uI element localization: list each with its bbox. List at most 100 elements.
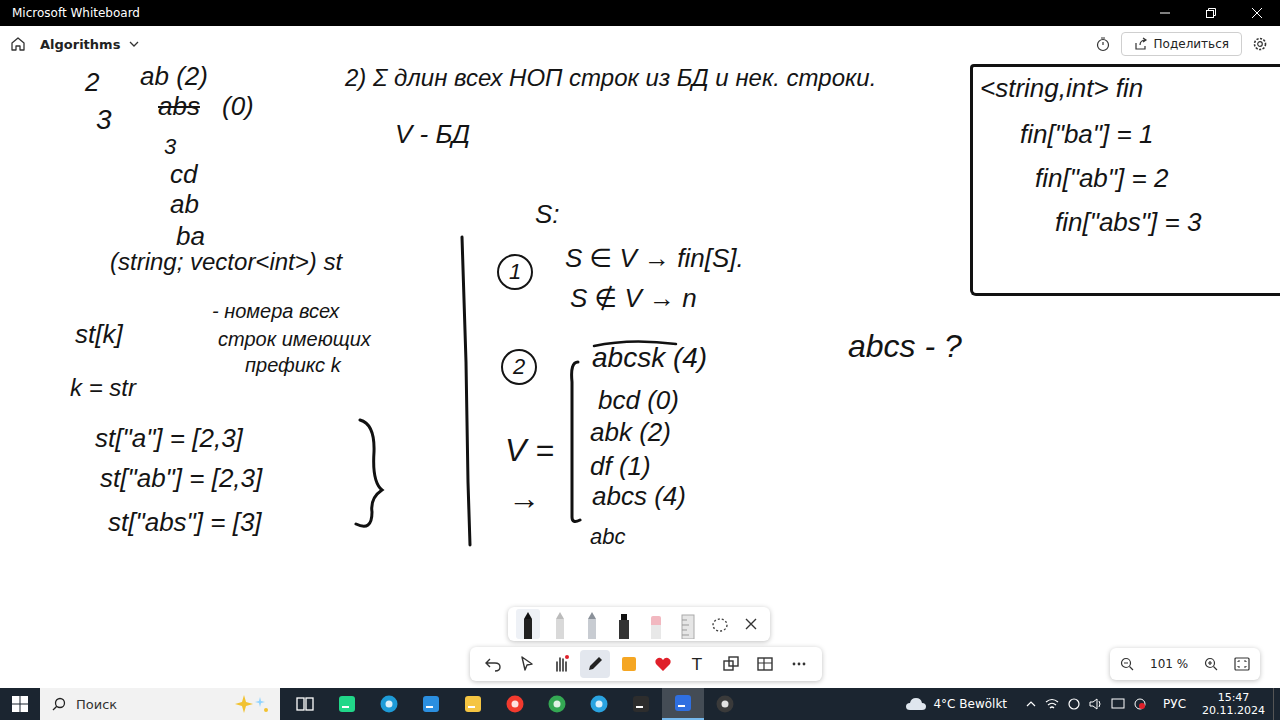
pen-tray-item[interactable]	[580, 609, 604, 639]
share-button[interactable]: Поделиться	[1121, 32, 1242, 56]
select-icon	[518, 655, 536, 673]
input-language[interactable]: РУС	[1155, 697, 1194, 711]
taskbar-app[interactable]	[620, 688, 662, 720]
taskbar-app[interactable]	[326, 688, 368, 720]
ink-note[interactable]: fin["ab"] = 2	[1035, 164, 1168, 194]
clock[interactable]: 15:4720.11.2024	[1194, 691, 1273, 717]
ink-note[interactable]: abs	[158, 92, 200, 122]
taskbar-app[interactable]	[536, 688, 578, 720]
toolbar-button[interactable]	[478, 650, 508, 678]
toolbar-button[interactable]	[716, 650, 746, 678]
ink-note[interactable]: 2	[501, 349, 537, 385]
notification-icon[interactable]	[1111, 697, 1125, 711]
taskbar-app[interactable]	[410, 688, 452, 720]
ink-note[interactable]: k = str	[70, 374, 136, 402]
ink-note[interactable]: - номера всех	[212, 300, 339, 323]
ink-note[interactable]: (0)	[222, 92, 254, 122]
fit-to-screen-icon[interactable]	[1234, 657, 1250, 671]
record-icon[interactable]	[1133, 697, 1147, 711]
timer-icon[interactable]	[1095, 36, 1111, 52]
taskbar-app[interactable]	[452, 688, 494, 720]
ink-note[interactable]: (string; vector<int>) st	[110, 248, 342, 276]
chevron-up-icon[interactable]	[1025, 698, 1037, 710]
ink-note[interactable]: abcs (4)	[592, 482, 686, 512]
volume-icon[interactable]	[1089, 697, 1103, 711]
pen-tray	[508, 607, 770, 641]
pen-tray-item[interactable]	[644, 609, 668, 639]
pen-tray-item[interactable]	[612, 609, 636, 639]
ink-note[interactable]: st[k]	[75, 320, 123, 350]
weather-widget[interactable]: 4°C Bewölkt	[895, 696, 1017, 712]
ink-note[interactable]: ba	[176, 222, 205, 252]
ink-note[interactable]: 3	[164, 134, 176, 159]
pen-tray-item[interactable]	[548, 609, 572, 639]
taskbar-app[interactable]	[704, 688, 746, 720]
toolbar-button[interactable]	[750, 650, 780, 678]
taskbar-app[interactable]	[368, 688, 410, 720]
taskbar-search[interactable]: Поиск	[40, 688, 280, 720]
maximize-button[interactable]	[1188, 0, 1234, 26]
window-controls	[1142, 0, 1280, 26]
ink-note[interactable]: cd	[170, 160, 197, 190]
toolbar-button[interactable]	[648, 650, 678, 678]
chevron-down-icon[interactable]	[128, 38, 140, 50]
ink-note[interactable]: S ∉ V → n	[570, 284, 697, 314]
minimize-button[interactable]	[1142, 0, 1188, 26]
hand-icon	[552, 655, 570, 673]
ink-note[interactable]: строк имеющих	[218, 328, 371, 351]
pen-tray-item[interactable]	[516, 609, 540, 639]
toolbar-button[interactable]	[580, 650, 610, 678]
cloud-sync-icon[interactable]	[1067, 697, 1081, 711]
ink-note[interactable]: abcs - ?	[848, 328, 962, 365]
ink-note[interactable]: префикс k	[245, 354, 341, 377]
ink-note[interactable]: abc	[590, 524, 625, 549]
ink-note[interactable]: abcsk (4)	[592, 342, 707, 374]
ink-note[interactable]: S ∈ V → fin[S].	[565, 244, 744, 274]
ink-note[interactable]: 1	[497, 254, 533, 290]
ink-note[interactable]: V =	[505, 432, 554, 469]
zoom-in-icon[interactable]	[1204, 657, 1218, 671]
ink-note[interactable]: fin["ba"] = 1	[1020, 120, 1153, 150]
ink-note[interactable]: 2) Σ длин всех НОП строк из БД и нек. ст…	[345, 64, 876, 92]
ink-note[interactable]: 3	[96, 104, 112, 136]
taskbar-app[interactable]	[494, 688, 536, 720]
ink-note[interactable]: fin["abs"] = 3	[1055, 208, 1201, 238]
ink-note[interactable]: <string,int> fin	[980, 74, 1143, 104]
settings-gear-icon[interactable]	[1252, 36, 1268, 52]
pen-tray-item[interactable]	[708, 609, 732, 639]
toolbar-button[interactable]	[512, 650, 542, 678]
pen-tray-close[interactable]	[740, 618, 762, 630]
app-bar: Algorithms Поделиться	[0, 26, 1280, 62]
toolbar-button[interactable]	[614, 650, 644, 678]
taskbar-app[interactable]	[662, 688, 704, 720]
home-icon[interactable]	[10, 36, 26, 52]
show-desktop-button[interactable]	[1273, 688, 1280, 720]
close-button[interactable]	[1234, 0, 1280, 26]
ink-note[interactable]: st["ab"] = [2,3]	[100, 464, 262, 494]
taskview-icon	[295, 694, 315, 714]
toolbar-button[interactable]	[784, 650, 814, 678]
board-name[interactable]: Algorithms	[40, 37, 120, 52]
wifi-icon[interactable]	[1045, 697, 1059, 711]
ink-note[interactable]: S:	[535, 200, 560, 230]
ink-note[interactable]: df (1)	[590, 452, 651, 482]
toolbar-button[interactable]	[546, 650, 576, 678]
ink-note[interactable]: 2	[85, 68, 99, 98]
ink-note[interactable]: ab	[170, 190, 199, 220]
ink-note[interactable]: →	[508, 480, 540, 517]
whiteboard-canvas[interactable]: 2ab (2)3abs(0)3cdabba2) Σ длин всех НОП …	[0, 62, 1280, 688]
ink-note[interactable]: ab (2)	[140, 62, 208, 92]
toolbar-button[interactable]: T	[682, 650, 712, 678]
taskbar-app[interactable]	[578, 688, 620, 720]
table-icon	[756, 655, 774, 673]
start-button[interactable]	[0, 688, 40, 720]
ink-note[interactable]: st["abs"] = [3]	[108, 508, 262, 538]
ruler-icon	[679, 611, 697, 639]
ink-note[interactable]: bcd (0)	[598, 386, 679, 416]
ink-note[interactable]: st["a"] = [2,3]	[95, 424, 243, 454]
pen-tray-item[interactable]	[676, 609, 700, 639]
zoom-out-icon[interactable]	[1120, 657, 1134, 671]
ink-note[interactable]: V - БД	[395, 120, 470, 150]
ink-note[interactable]: abk (2)	[590, 418, 671, 448]
taskbar-app[interactable]	[284, 688, 326, 720]
